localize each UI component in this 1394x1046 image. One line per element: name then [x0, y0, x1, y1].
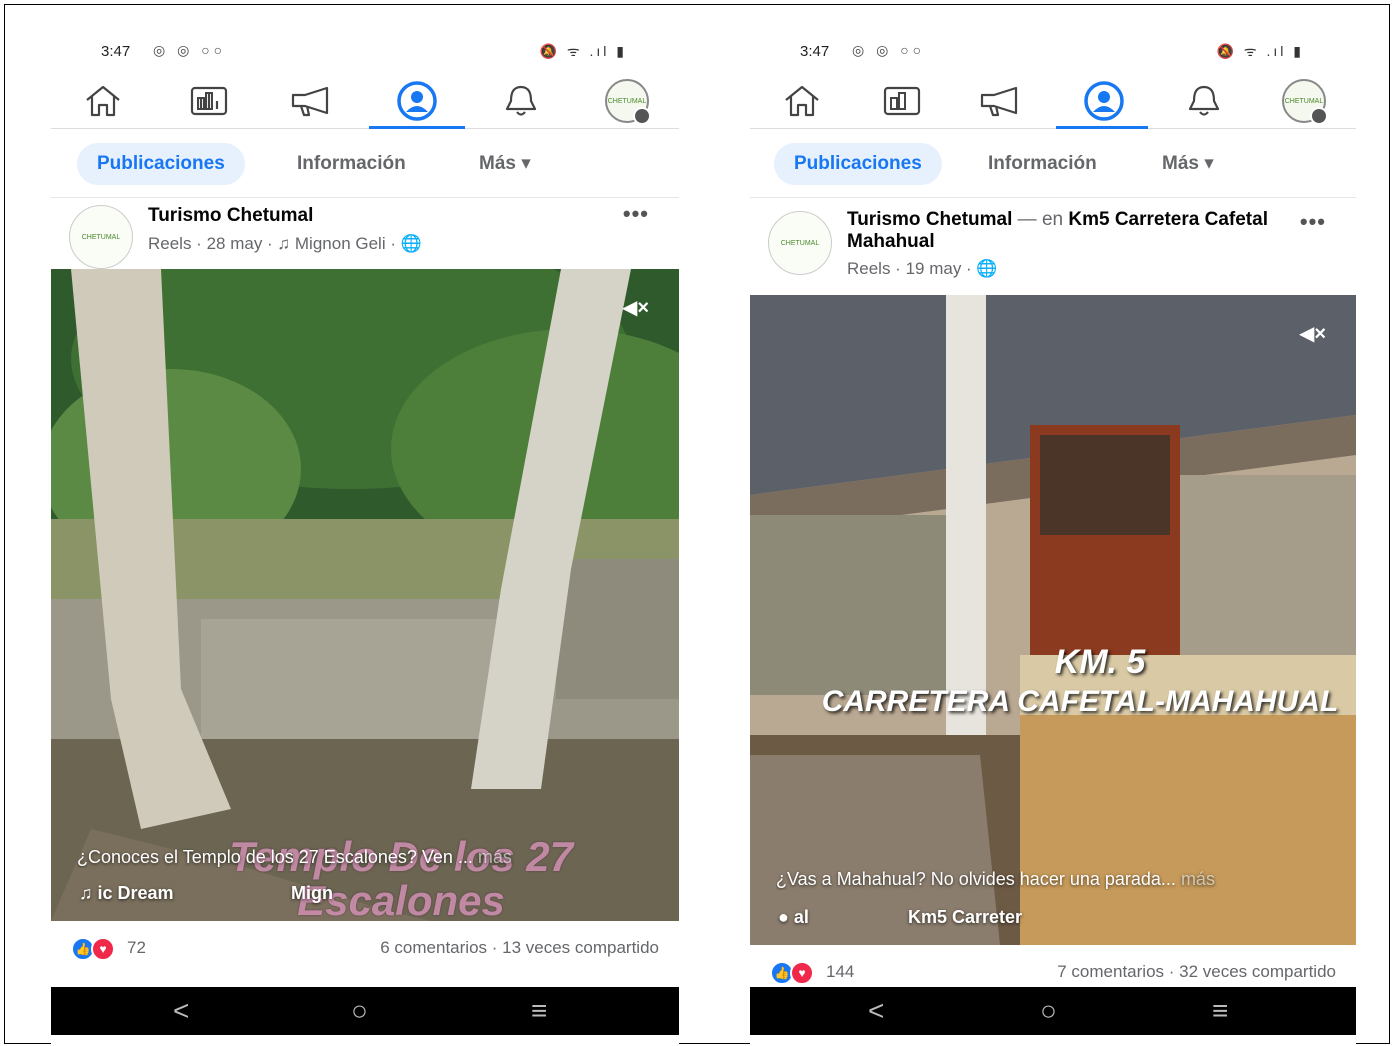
- phone-screen-left: 3:47 ◎ ◎ ○○ 🔕 ᯤ .ıl ▮ CHETUMAL Publicaci…: [51, 5, 679, 1045]
- page-name-with-location: Turismo Chetumal — en Km5 Carretera Cafe…: [847, 209, 1287, 253]
- profile-tabs: Publicaciones Información Más ▾: [750, 143, 1356, 187]
- tab-publicaciones[interactable]: Publicaciones: [77, 143, 245, 185]
- notification-icons: ◎ ◎ ○○: [153, 42, 227, 58]
- avatar-text: CHETUMAL: [81, 233, 121, 241]
- tab-publicaciones[interactable]: Publicaciones: [774, 143, 942, 185]
- tab-mas[interactable]: Más ▾: [459, 143, 551, 185]
- reactions-bar: 👍 ♥ 72 6 comentarios · 13 veces comparti…: [51, 935, 679, 965]
- location-prefix: — en: [1012, 209, 1069, 230]
- more-options-icon[interactable]: •••: [623, 201, 649, 227]
- avatar-text: CHETUMAL: [780, 239, 820, 247]
- system-nav-bar: < ○ ≡: [51, 987, 679, 1035]
- divider: [750, 197, 1356, 198]
- back-icon[interactable]: <: [868, 987, 884, 1035]
- menu-badge-icon: [633, 107, 651, 125]
- dashboard-icon[interactable]: [169, 73, 249, 129]
- system-nav-bar: < ○ ≡: [750, 987, 1356, 1035]
- post-meta: Reels · 28 may · ♫ Mignon Geli · 🌐: [148, 234, 422, 253]
- tab-informacion[interactable]: Información: [277, 143, 426, 185]
- profile-tabs: Publicaciones Información Más ▾: [51, 143, 679, 187]
- status-time: 3:47: [101, 43, 131, 60]
- reaction-count[interactable]: 144: [826, 962, 854, 982]
- reel-video[interactable]: ◀× KM. 5 CARRETERA CAFETAL-MAHAHUAL ¿Vas…: [750, 295, 1356, 945]
- reaction-icons[interactable]: 👍 ♥: [770, 961, 818, 985]
- system-status-icons: 🔕 ᯤ .ıl ▮: [539, 43, 627, 59]
- caption-text: ¿Conoces el Templo de los 27 Escalones? …: [77, 847, 473, 867]
- screenshot-frame: 3:47 ◎ ◎ ○○ 🔕 ᯤ .ıl ▮ CHETUMAL Publicaci…: [4, 4, 1390, 1045]
- dashboard-icon[interactable]: [862, 73, 942, 129]
- phone-screen-right: 3:47 ◎ ◎ ○○ 🔕 ᯤ .ıl ▮ CHETUMAL Publicaci…: [750, 5, 1356, 1045]
- page-avatar-icon[interactable]: CHETUMAL: [587, 73, 667, 129]
- artist-label[interactable]: Mign: [291, 883, 333, 904]
- page-avatar[interactable]: CHETUMAL: [69, 205, 133, 269]
- post-meta: Reels · 19 may · 🌐: [847, 259, 998, 278]
- love-icon: ♥: [91, 937, 115, 961]
- avatar-text: CHETUMAL: [1284, 97, 1324, 105]
- location-label[interactable]: ● al: [778, 907, 809, 928]
- menu-badge-icon: [1310, 107, 1328, 125]
- caption-text: ¿Vas a Mahahual? No olvides hacer una pa…: [776, 869, 1176, 889]
- system-status-icons: 🔕 ᯤ .ıl ▮: [1216, 43, 1304, 59]
- reel-caption[interactable]: ¿Conoces el Templo de los 27 Escalones? …: [77, 847, 659, 868]
- back-icon[interactable]: <: [173, 987, 189, 1035]
- tab-mas[interactable]: Más ▾: [1142, 143, 1234, 185]
- bell-icon[interactable]: [1164, 73, 1244, 129]
- music-label[interactable]: ♫ ic Dream: [79, 883, 174, 904]
- top-navbar: CHETUMAL: [750, 73, 1356, 129]
- status-bar: 3:47 ◎ ◎ ○○ 🔕 ᯤ .ıl ▮: [51, 35, 679, 69]
- home-button-icon[interactable]: ○: [1040, 987, 1057, 1035]
- home-button-icon[interactable]: ○: [351, 987, 368, 1035]
- video-frame-forest: [51, 269, 679, 921]
- recents-icon[interactable]: ≡: [1212, 987, 1228, 1035]
- video-frame-shop: [750, 295, 1356, 945]
- page-name[interactable]: Turismo Chetumal: [847, 209, 1012, 230]
- video-overlay-km: KM. 5: [1054, 643, 1146, 681]
- top-navbar: CHETUMAL: [51, 73, 679, 129]
- megaphone-icon[interactable]: [273, 73, 353, 129]
- divider: [51, 197, 679, 198]
- recents-icon[interactable]: ≡: [531, 987, 547, 1035]
- home-icon[interactable]: [762, 73, 842, 129]
- notification-icons: ◎ ◎ ○○: [852, 42, 926, 58]
- comments-shares[interactable]: 7 comentarios · 32 veces compartido: [1057, 962, 1336, 982]
- reaction-icons[interactable]: 👍 ♥: [71, 937, 119, 961]
- reactions-bar: 👍 ♥ 144 7 comentarios · 32 veces compart…: [750, 959, 1356, 989]
- mute-icon[interactable]: ◀×: [622, 295, 649, 320]
- status-bar: 3:47 ◎ ◎ ○○ 🔕 ᯤ .ıl ▮: [750, 35, 1356, 69]
- page-name[interactable]: Turismo Chetumal: [148, 205, 313, 227]
- see-more-link[interactable]: más: [478, 847, 512, 867]
- active-tab-indicator: [1056, 126, 1148, 129]
- page-avatar[interactable]: CHETUMAL: [768, 211, 832, 275]
- status-time: 3:47: [800, 43, 830, 60]
- love-icon: ♥: [790, 961, 814, 985]
- avatar-text: CHETUMAL: [607, 97, 647, 105]
- mute-icon[interactable]: ◀×: [1299, 321, 1326, 346]
- see-more-link[interactable]: más: [1181, 869, 1215, 889]
- tab-informacion[interactable]: Información: [968, 143, 1117, 185]
- more-options-icon[interactable]: •••: [1300, 209, 1326, 235]
- comments-shares[interactable]: 6 comentarios · 13 veces compartido: [380, 938, 659, 958]
- profile-icon[interactable]: [1064, 73, 1144, 129]
- reel-video[interactable]: ◀× Templo De los 27 Escalones ¿Conoces e…: [51, 269, 679, 921]
- reel-caption[interactable]: ¿Vas a Mahahual? No olvides hacer una pa…: [776, 869, 1336, 890]
- page-avatar-icon[interactable]: CHETUMAL: [1264, 73, 1344, 129]
- bell-icon[interactable]: [481, 73, 561, 129]
- profile-icon[interactable]: [377, 73, 457, 129]
- video-overlay-road: CARRETERA CAFETAL-MAHAHUAL: [821, 685, 1339, 718]
- location-name-label[interactable]: Km5 Carreter: [908, 907, 1022, 928]
- home-icon[interactable]: [63, 73, 143, 129]
- reaction-count[interactable]: 72: [127, 938, 146, 958]
- active-tab-indicator: [369, 126, 465, 129]
- megaphone-icon[interactable]: [962, 73, 1042, 129]
